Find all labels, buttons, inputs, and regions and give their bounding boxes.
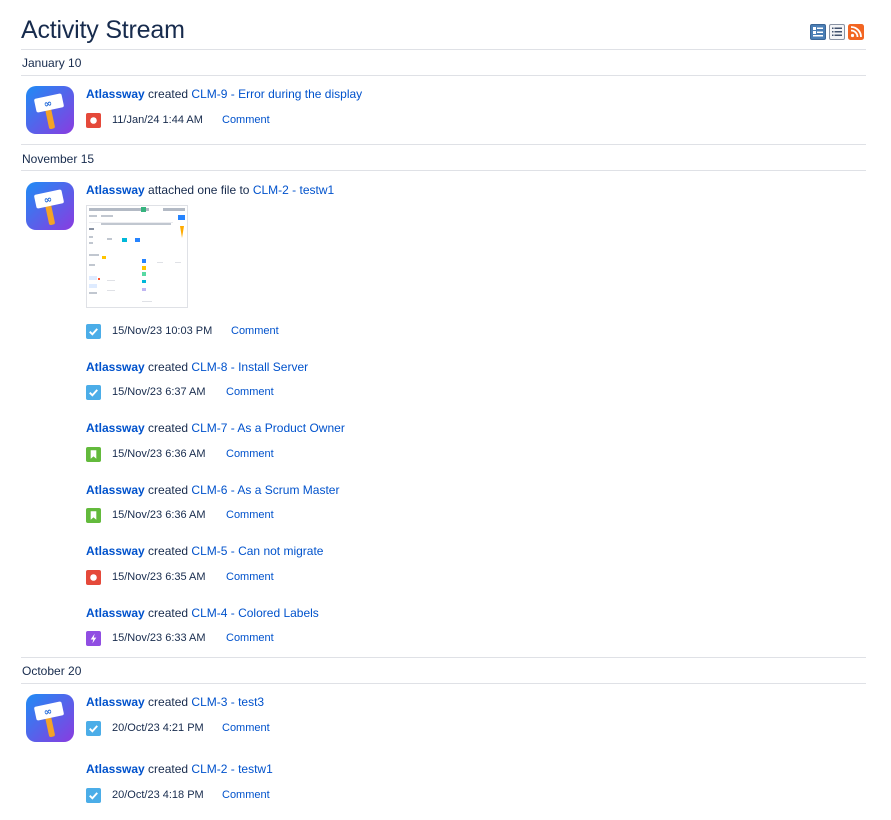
activity-action: created <box>148 606 189 620</box>
user-avatar[interactable]: ∞ <box>26 694 74 742</box>
user-avatar[interactable]: ∞ <box>26 182 74 230</box>
timestamp: 15/Nov/23 6:37 AM <box>112 386 206 398</box>
divider <box>21 49 866 50</box>
activity-line: Atlassway created CLM-8 - Install Server <box>86 360 308 374</box>
task-icon <box>86 324 101 339</box>
user-link[interactable]: Atlassway <box>86 762 145 776</box>
user-link[interactable]: Atlassway <box>86 183 145 197</box>
divider <box>21 144 866 145</box>
activity-line: Atlassway created CLM-9 - Error during t… <box>86 87 362 101</box>
activity-action: created <box>148 483 189 497</box>
activity-line: Atlassway created CLM-5 - Can not migrat… <box>86 544 323 558</box>
comment-link[interactable]: Comment <box>222 789 270 801</box>
story-icon <box>86 508 101 523</box>
list-view-icon[interactable] <box>829 24 845 40</box>
user-link[interactable]: Atlassway <box>86 695 145 709</box>
task-icon <box>86 788 101 803</box>
activity-line: Atlassway attached one file to CLM-2 - t… <box>86 183 334 197</box>
activity-action: created <box>148 762 189 776</box>
issue-link[interactable]: CLM-8 - Install Server <box>191 360 308 374</box>
rss-feed-icon[interactable] <box>848 24 864 40</box>
attachment-thumbnail[interactable] <box>86 205 188 308</box>
task-icon <box>86 721 101 736</box>
comment-link[interactable]: Comment <box>222 114 270 126</box>
full-view-icon[interactable] <box>810 24 826 40</box>
comment-link[interactable]: Comment <box>226 509 274 521</box>
bug-icon <box>86 570 101 585</box>
divider <box>21 75 866 76</box>
comment-link[interactable]: Comment <box>226 571 274 583</box>
activity-line: Atlassway created CLM-6 - As a Scrum Mas… <box>86 483 339 497</box>
timestamp: 15/Nov/23 6:35 AM <box>112 571 206 583</box>
activity-action: created <box>148 421 189 435</box>
activity-action: created <box>148 695 189 709</box>
comment-link[interactable]: Comment <box>226 448 274 460</box>
user-link[interactable]: Atlassway <box>86 421 145 435</box>
user-link[interactable]: Atlassway <box>86 544 145 558</box>
issue-link[interactable]: CLM-9 - Error during the display <box>191 87 362 101</box>
timestamp: 20/Oct/23 4:18 PM <box>112 789 204 801</box>
issue-link[interactable]: CLM-3 - test3 <box>191 695 264 709</box>
timestamp: 15/Nov/23 10:03 PM <box>112 325 213 337</box>
activity-action: created <box>148 360 189 374</box>
comment-link[interactable]: Comment <box>222 722 270 734</box>
issue-link[interactable]: CLM-6 - As a Scrum Master <box>191 483 339 497</box>
date-header: October 20 <box>22 664 82 678</box>
epic-icon <box>86 631 101 646</box>
timestamp: 11/Jan/24 1:44 AM <box>112 114 203 126</box>
user-link[interactable]: Atlassway <box>86 87 145 101</box>
activity-action: attached one file to <box>148 183 250 197</box>
divider <box>21 170 866 171</box>
user-link[interactable]: Atlassway <box>86 483 145 497</box>
bug-icon <box>86 113 101 128</box>
issue-link[interactable]: CLM-5 - Can not migrate <box>191 544 323 558</box>
activity-line: Atlassway created CLM-3 - test3 <box>86 695 264 709</box>
user-link[interactable]: Atlassway <box>86 606 145 620</box>
user-link[interactable]: Atlassway <box>86 360 145 374</box>
user-avatar[interactable]: ∞ <box>26 86 74 134</box>
comment-link[interactable]: Comment <box>226 386 274 398</box>
timestamp: 15/Nov/23 6:33 AM <box>112 632 206 644</box>
page-title: Activity Stream <box>21 16 185 44</box>
activity-line: Atlassway created CLM-7 - As a Product O… <box>86 421 345 435</box>
date-header: January 10 <box>22 56 82 70</box>
activity-line: Atlassway created CLM-2 - testw1 <box>86 762 273 776</box>
activity-action: created <box>148 544 189 558</box>
issue-link[interactable]: CLM-2 - testw1 <box>253 183 334 197</box>
timestamp: 15/Nov/23 6:36 AM <box>112 509 206 521</box>
issue-link[interactable]: CLM-7 - As a Product Owner <box>191 421 344 435</box>
comment-link[interactable]: Comment <box>231 325 279 337</box>
view-toolbar <box>810 24 864 40</box>
date-header: November 15 <box>22 152 95 166</box>
activity-line: Atlassway created CLM-4 - Colored Labels <box>86 606 319 620</box>
timestamp: 20/Oct/23 4:21 PM <box>112 722 204 734</box>
issue-link[interactable]: CLM-4 - Colored Labels <box>191 606 318 620</box>
divider <box>21 657 866 658</box>
story-icon <box>86 447 101 462</box>
comment-link[interactable]: Comment <box>226 632 274 644</box>
issue-link[interactable]: CLM-2 - testw1 <box>191 762 272 776</box>
timestamp: 15/Nov/23 6:36 AM <box>112 448 206 460</box>
task-icon <box>86 385 101 400</box>
activity-action: created <box>148 87 189 101</box>
divider <box>21 683 866 684</box>
